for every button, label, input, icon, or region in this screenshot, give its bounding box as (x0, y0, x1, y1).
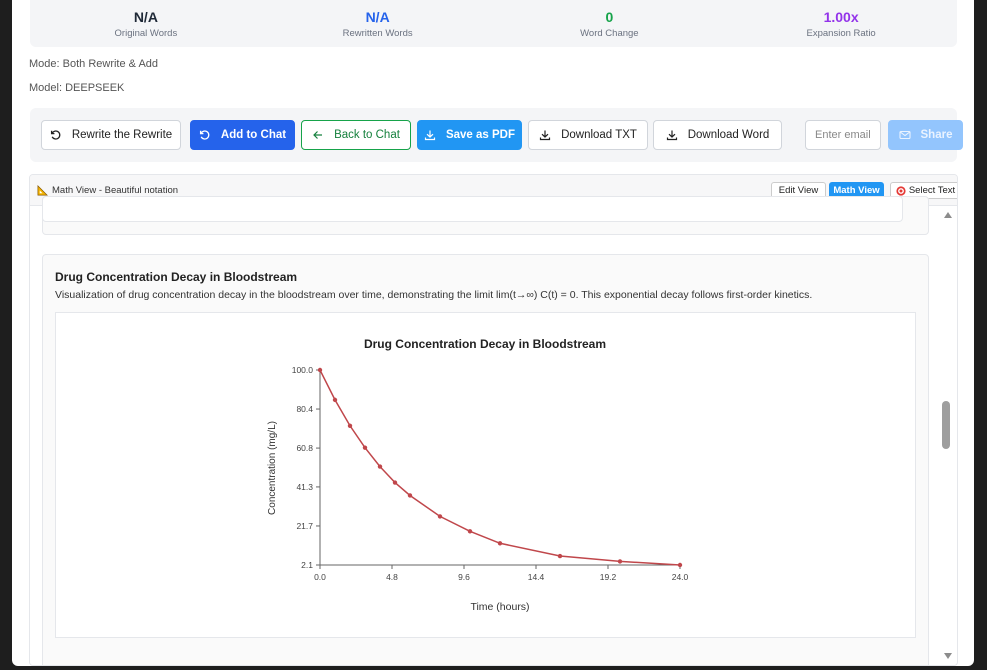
refresh-icon (50, 130, 61, 140)
y-tick-label: 60.8 (296, 443, 313, 453)
download-icon (666, 130, 677, 141)
share-button[interactable]: Share (888, 120, 963, 150)
x-tick-label: 4.8 (386, 572, 398, 582)
stat-label: Rewritten Words (342, 28, 413, 39)
y-tick-label: 80.4 (296, 404, 313, 414)
data-point (392, 480, 398, 485)
previous-card-content (42, 196, 903, 222)
view-title-text: Math View - Beautiful notation (52, 185, 179, 196)
mail-icon (898, 130, 911, 140)
stat-label: Original Words (114, 28, 178, 39)
x-axis-label: Time (hours) (470, 601, 529, 613)
triangular-ruler-icon (37, 185, 48, 196)
stat-original-words: N/A Original Words (30, 0, 262, 47)
data-point (467, 529, 473, 534)
refresh-icon (199, 130, 210, 140)
data-point (617, 559, 623, 564)
stat-value: 0 (605, 9, 614, 25)
button-label: Download TXT (561, 129, 637, 141)
add-to-chat-button[interactable]: Add to Chat (190, 120, 295, 150)
chart-series (317, 367, 683, 568)
stat-value: 1.00x (823, 9, 859, 25)
stats-bar: N/A Original Words N/A Rewritten Words 0… (30, 0, 957, 47)
button-label: Add to Chat (220, 129, 287, 141)
email-input[interactable] (805, 120, 881, 150)
arrow-left-icon (313, 131, 323, 139)
y-tick-label: 21.7 (296, 521, 313, 531)
card-title: Drug Concentration Decay in Bloodstream (55, 270, 298, 284)
button-label: Download Word (687, 129, 770, 141)
data-point (437, 514, 443, 519)
stat-expansion-ratio: 1.00x Expansion Ratio (725, 0, 957, 47)
data-point (677, 562, 683, 568)
series-line (319, 369, 681, 566)
action-bar: Rewrite the Rewrite Add to Chat Back to … (30, 108, 963, 162)
y-tick-label: 2.1 (301, 560, 313, 570)
chart-container: Drug Concentration Decay in Bloodstream … (55, 312, 916, 638)
card-description: Visualization of drug concentration deca… (55, 289, 813, 301)
target-icon (896, 185, 906, 196)
stat-word-change: 0 Word Change (494, 0, 726, 47)
scroll-thumb[interactable] (942, 401, 950, 449)
button-label: Rewrite the Rewrite (71, 129, 173, 141)
visualization-card: Drug Concentration Decay in Bloodstream … (42, 254, 929, 665)
x-tick-label: 14.4 (528, 572, 545, 582)
data-point (377, 464, 383, 469)
data-point (347, 423, 353, 428)
x-tick-label: 19.2 (600, 572, 617, 582)
rewrite-the-rewrite-button[interactable]: Rewrite the Rewrite (41, 120, 181, 150)
x-tick-label: 24.0 (672, 572, 689, 582)
button-label: Share (920, 129, 953, 141)
stat-label: Word Change (580, 28, 639, 39)
concentration-chart: Drug Concentration Decay in Bloodstream … (267, 337, 689, 613)
y-axis-label: Concentration (mg/L) (267, 421, 278, 515)
stat-value: N/A (365, 9, 390, 25)
download-txt-button[interactable]: Download TXT (528, 120, 648, 150)
download-word-button[interactable]: Download Word (653, 120, 782, 150)
y-tick-label: 41.3 (296, 482, 313, 492)
button-label: Back to Chat (334, 129, 400, 141)
stat-rewritten-words: N/A Rewritten Words (262, 0, 494, 47)
download-icon (424, 130, 436, 141)
stat-label: Expansion Ratio (806, 28, 876, 39)
back-to-chat-button[interactable]: Back to Chat (301, 120, 411, 150)
math-view-content: Drug Concentration Decay in Bloodstream … (30, 196, 939, 665)
stat-value: N/A (133, 9, 158, 25)
scroll-up-icon[interactable] (944, 212, 952, 218)
scroll-down-icon[interactable] (944, 653, 952, 659)
download-icon (539, 130, 551, 141)
button-label: Save as PDF (445, 129, 516, 141)
model-text: Model: DEEPSEEK (29, 82, 125, 94)
data-point (497, 541, 503, 546)
rewrite-result-panel: N/A Original Words N/A Rewritten Words 0… (12, 0, 974, 666)
data-point (317, 367, 323, 373)
math-view-container: Math View - Beautiful notation Edit View… (29, 174, 958, 666)
mode-text: Mode: Both Rewrite & Add (29, 58, 159, 70)
chart-ticks: 0.0 4.8 9.6 14.4 19.2 24.0 2.1 21.7 41.3 60.8 80.4… (292, 365, 689, 582)
chart-axes (319, 370, 680, 566)
x-tick-label: 9.6 (458, 572, 470, 582)
vertical-scrollbar[interactable] (939, 206, 957, 665)
data-point (557, 553, 563, 559)
x-tick-label: 0.0 (314, 572, 326, 582)
y-tick-label: 100.0 (292, 365, 314, 375)
button-label: Select Text (908, 185, 956, 196)
chart-title: Drug Concentration Decay in Bloodstream (364, 337, 606, 351)
view-title: Math View - Beautiful notation (37, 185, 178, 196)
data-point (362, 445, 368, 450)
data-point (332, 397, 338, 403)
data-point (407, 493, 413, 498)
save-as-pdf-button[interactable]: Save as PDF (417, 120, 522, 150)
